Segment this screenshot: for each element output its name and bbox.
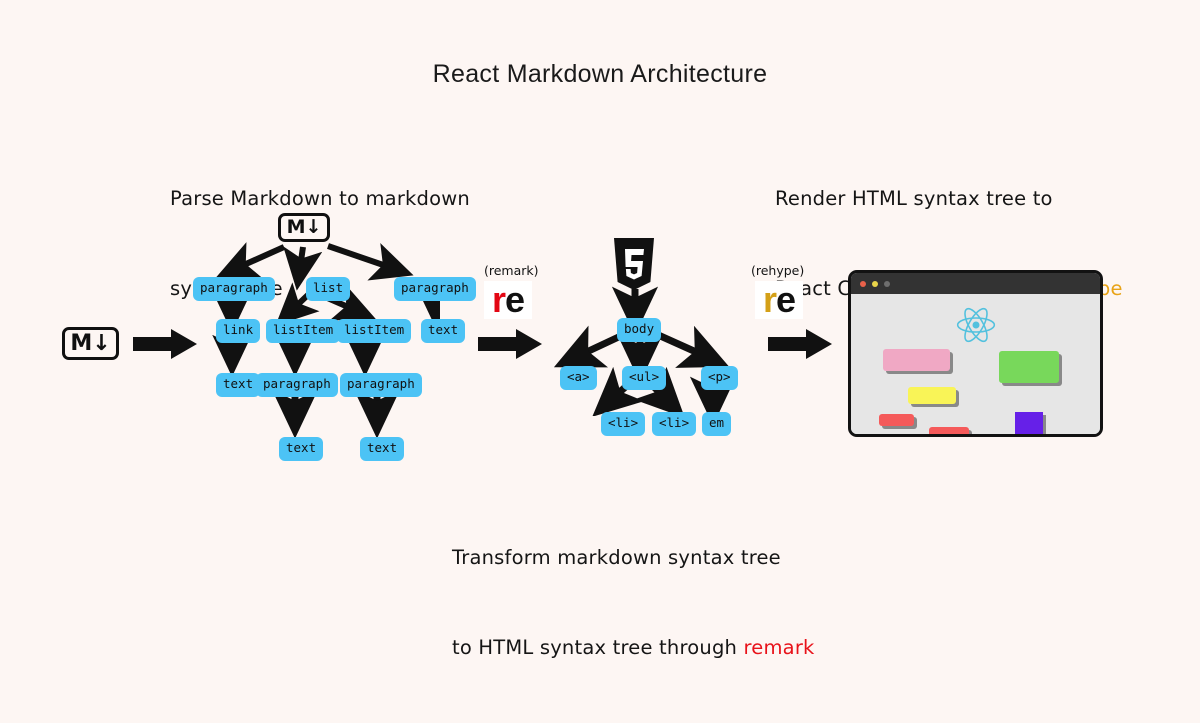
browser-preview[interactable] (848, 270, 1103, 437)
react-logo-icon (956, 307, 996, 343)
md-node-text-2[interactable]: text (216, 373, 261, 397)
preview-block-green (999, 351, 1059, 383)
md-node-listitem-1[interactable]: listItem (266, 319, 341, 343)
remark-label: (remark) (484, 263, 539, 278)
md-node-listitem-2[interactable]: listItem (337, 319, 412, 343)
browser-content (851, 294, 1100, 434)
page-title: React Markdown Architecture (432, 60, 768, 88)
caption-transform-line1: Transform markdown syntax tree (452, 546, 781, 569)
markdown-logo-arrow-icon: ↓ (92, 330, 111, 356)
maximize-dot-icon[interactable] (884, 280, 890, 287)
md-node-text-4[interactable]: text (360, 437, 405, 461)
caption-transform-line2-prefix: to HTML syntax tree through (452, 636, 744, 659)
caption-render-line1: Render HTML syntax tree to (775, 187, 1053, 210)
diagram-canvas: React Markdown Architecture Parse Markdo… (0, 0, 1200, 659)
caption-transform: Transform markdown syntax tree to HTML s… (452, 483, 815, 723)
caption-parse-line1: Parse Markdown to markdown (170, 187, 470, 210)
html-node-body[interactable]: body (617, 318, 662, 342)
preview-block-purple (1015, 412, 1043, 434)
close-dot-icon[interactable] (860, 280, 866, 287)
remark-logo: re (484, 281, 532, 319)
markdown-root-letter: M (286, 216, 306, 238)
md-node-paragraph-2[interactable]: paragraph (394, 277, 476, 301)
preview-block-red-2 (929, 427, 969, 434)
remark-highlight: remark (743, 636, 815, 659)
minimize-dot-icon[interactable] (872, 280, 878, 287)
rehype-logo-r: r (762, 279, 777, 320)
markdown-input-logo: M ↓ (62, 327, 119, 360)
html-node-em[interactable]: em (702, 412, 732, 436)
markdown-root-arrow-icon: ↓ (305, 216, 322, 238)
remark-logo-r: r (491, 279, 506, 320)
remark-logo-e: e (504, 279, 525, 320)
preview-block-pink (883, 349, 950, 371)
md-node-link[interactable]: link (216, 319, 261, 343)
rehype-logo: re (755, 281, 803, 319)
md-node-paragraph-4[interactable]: paragraph (340, 373, 422, 397)
html-node-li-1[interactable]: <li> (601, 412, 646, 436)
caption-transform-line2: to HTML syntax tree through remark (452, 633, 815, 663)
rehype-logo-e: e (775, 279, 796, 320)
html-node-ul[interactable]: <ul> (622, 366, 667, 390)
html5-logo-icon (614, 238, 654, 290)
md-node-text-1[interactable]: text (421, 319, 466, 343)
html-node-a[interactable]: <a> (560, 366, 597, 390)
md-node-list[interactable]: list (306, 277, 351, 301)
preview-block-red-1 (879, 414, 914, 426)
md-node-paragraph-3[interactable]: paragraph (256, 373, 338, 397)
html-tree-edges (553, 286, 737, 416)
markdown-tree-root: M ↓ (278, 213, 330, 242)
md-node-text-3[interactable]: text (279, 437, 324, 461)
html-node-p[interactable]: <p> (701, 366, 738, 390)
md-node-paragraph-1[interactable]: paragraph (193, 277, 275, 301)
flow-arrow-3-icon (768, 329, 832, 359)
flow-arrow-2-icon (478, 329, 542, 359)
browser-titlebar (851, 273, 1100, 294)
rehype-label: (rehype) (751, 263, 805, 278)
preview-block-yellow (908, 387, 956, 404)
html-node-li-2[interactable]: <li> (652, 412, 697, 436)
markdown-logo-letter: M (70, 330, 93, 356)
